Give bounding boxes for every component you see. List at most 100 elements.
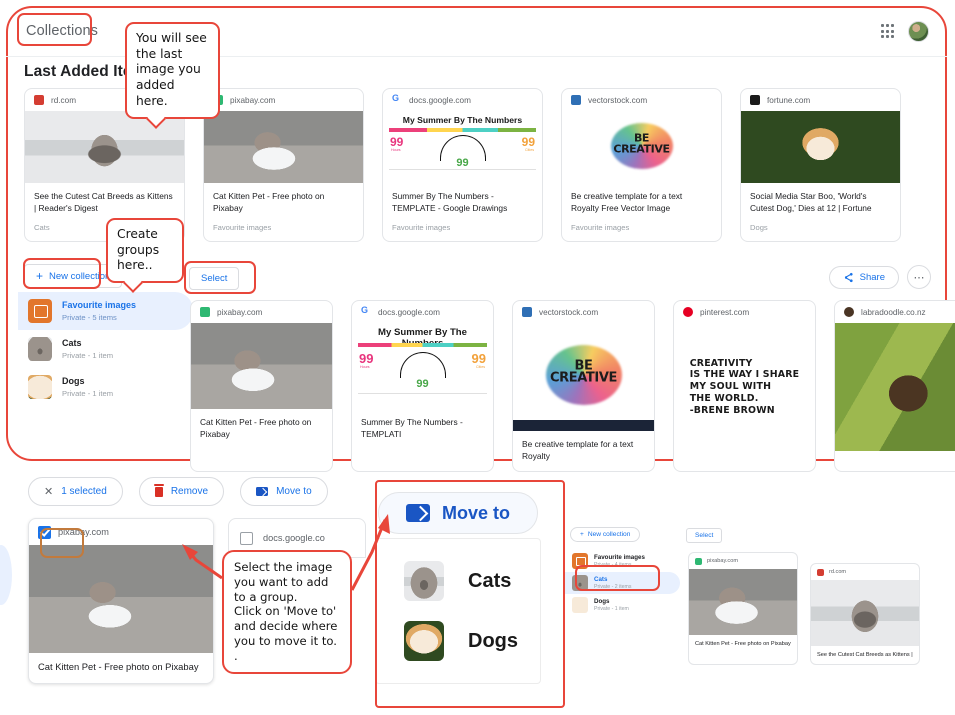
collection-items-row: pixabay.com Cat Kitten Pet - Free photo … [190,300,955,473]
gdoc-divider [358,393,487,394]
mini-new-collection-button[interactable]: + New collection [570,527,641,542]
gdoc-stat-right: 99 [521,135,535,149]
gdoc-color-bar [358,343,487,347]
option-label: Cats [468,569,512,592]
move-to-popup-button[interactable]: Move to [378,492,538,534]
card-collection-label: Dogs [750,223,768,233]
move-to-button[interactable]: Move to [240,477,328,506]
card-title: Cat Kitten Pet - Free photo on Pixabay [213,191,325,214]
collections-list: Favourite images Private - 5 items Cats … [18,292,193,406]
selection-checkbox[interactable] [38,525,51,539]
select-button[interactable]: Select [189,267,240,290]
mini-collection-item-cats[interactable]: Cats Private - 2 items [565,572,680,594]
dog-thumb-icon [572,597,588,613]
gdoc-stat-left-label: Hours [360,365,370,369]
user-avatar[interactable] [908,20,929,42]
card-thumbnail [29,545,213,653]
mini-item-card[interactable]: rd.com See the Cutest Cat Breeds as Kitt… [810,563,920,666]
mini-collection-item-favourite[interactable]: Favourite images Private - 4 items [565,550,680,572]
creative-text: BE CREATIVE [550,358,617,386]
selected-count-button[interactable]: ✕ 1 selected [28,477,123,506]
move-to-option-dogs[interactable]: Dogs [376,611,540,671]
card-title: Cat Kitten Pet - Free photo on Pixabay [38,661,199,672]
dog-thumb-icon [28,375,52,399]
collection-name: Dogs [62,376,85,387]
selected-image-card[interactable]: pixabay.com Cat Kitten Pet - Free photo … [28,518,214,684]
collection-card[interactable]: pixabay.com Cat Kitten Pet - Free photo … [203,88,364,243]
card-source: pixabay.com [204,89,363,111]
collection-name: Dogs [594,598,610,606]
card-collection-label: Favourite images [392,223,451,233]
card-thumbnail: CREATIVITY IS THE WAY I SHARE MY SOUL WI… [674,323,815,451]
move-to-options-menu: Cats Dogs [375,538,541,684]
card-thumbnail: BE CREATIVE [562,111,721,183]
collection-item-card[interactable]: pinterest.com CREATIVITY IS THE WAY I SH… [673,300,816,473]
collection-name: Favourite images [594,554,645,562]
collection-meta: Private - 1 item [594,605,629,612]
collection-name: Cats [62,338,82,349]
card-title: Social Media Star Boo, 'World's Cutest D… [750,191,872,214]
collection-list-item-favourite[interactable]: Favourite images Private - 5 items [18,292,193,330]
card-source: docs.google.com [383,89,542,111]
vectorstock-favicon [522,307,532,317]
close-icon: ✕ [44,486,54,498]
gdoc-stat-left-label: Hours [391,148,401,152]
collection-list-item-dogs[interactable]: Dogs Private - 1 item [18,368,193,406]
annotation-select-image: Select the image you want to add to a gr… [222,550,352,674]
google-docs-favicon [361,305,371,317]
card-thumbnail [811,580,919,646]
card-source: pinterest.com [674,301,815,323]
vectorstock-watermark-bar [513,420,654,431]
mini-collections-list: Favourite images Private - 4 items Cats … [565,550,680,616]
move-to-option-cats[interactable]: Cats [376,551,540,611]
apps-grid-icon[interactable] [880,24,894,38]
card-source: vectorstock.com [562,89,721,111]
plus-icon: + [580,531,584,538]
collection-meta: Private - 5 items [62,312,117,322]
gdoc-stat-right-label: Cities [525,148,534,152]
mini-collection-item-dogs[interactable]: Dogs Private - 1 item [565,594,680,616]
card-title: Cat Kitten Pet - Free photo on Pixabay [200,417,312,440]
share-icon [844,272,853,282]
collection-card[interactable]: fortune.com Social Media Star Boo, 'Worl… [740,88,901,243]
card-source: pixabay.com [191,301,332,323]
card-source: docs.google.com [352,301,493,323]
collection-meta: Private - 2 items [594,583,632,590]
collection-card[interactable]: docs.google.com My Summer By The Numbers… [382,88,543,243]
card-thumbnail [741,111,900,183]
gdoc-thumb-title: My Summer By The Numbers [402,115,523,125]
card-source: labradoodle.co.nz [835,301,955,323]
collection-item-card[interactable]: vectorstock.com BE CREATIVE Be creative … [512,300,655,473]
card-thumbnail [835,323,955,451]
collection-list-item-cats[interactable]: Cats Private - 1 item [18,330,193,368]
creative-text: BE CREATIVE [613,131,670,156]
pixabay-favicon [695,557,702,565]
card-title: See the Cutest Cat Breeds as Kittens | R… [34,191,173,214]
plus-icon: + [36,269,44,283]
share-button[interactable]: Share [828,265,899,289]
dog-thumb-icon [404,621,444,661]
pixabay-favicon [200,307,210,317]
card-thumbnail: BE CREATIVE [513,323,654,431]
card-source: pixabay.com [689,553,797,569]
rd-favicon [34,95,44,105]
selection-checkbox[interactable] [240,531,253,545]
collection-card[interactable]: vectorstock.com BE CREATIVE Be creative … [561,88,722,243]
mini-item-card[interactable]: pixabay.com Cat Kitten Pet - Free photo … [688,552,798,666]
card-source: vectorstock.com [513,301,654,323]
gdoc-stat-left: 99 [359,351,374,366]
collection-item-card[interactable]: docs.google.com My Summer By The Numbers… [351,300,494,473]
remove-button[interactable]: Remove [138,477,225,506]
card-title: Be creative template for a text Royalty … [571,191,683,214]
folder-move-icon [405,504,430,522]
move-to-popup: Move to Cats Dogs [375,492,541,684]
collection-item-card[interactable]: labradoodle.co.nz [834,300,955,473]
collection-meta: Private - 1 item [62,350,114,360]
cat-thumb-icon [404,561,444,601]
google-docs-favicon [392,93,402,105]
quote-text: CREATIVITY IS THE WAY I SHARE MY SOUL WI… [689,357,800,416]
collection-item-card[interactable]: pixabay.com Cat Kitten Pet - Free photo … [190,300,333,473]
mini-select-button[interactable]: Select [686,528,723,543]
more-options-button[interactable]: ⋯ [907,265,931,289]
gdoc-stat-left: 99 [390,135,404,149]
